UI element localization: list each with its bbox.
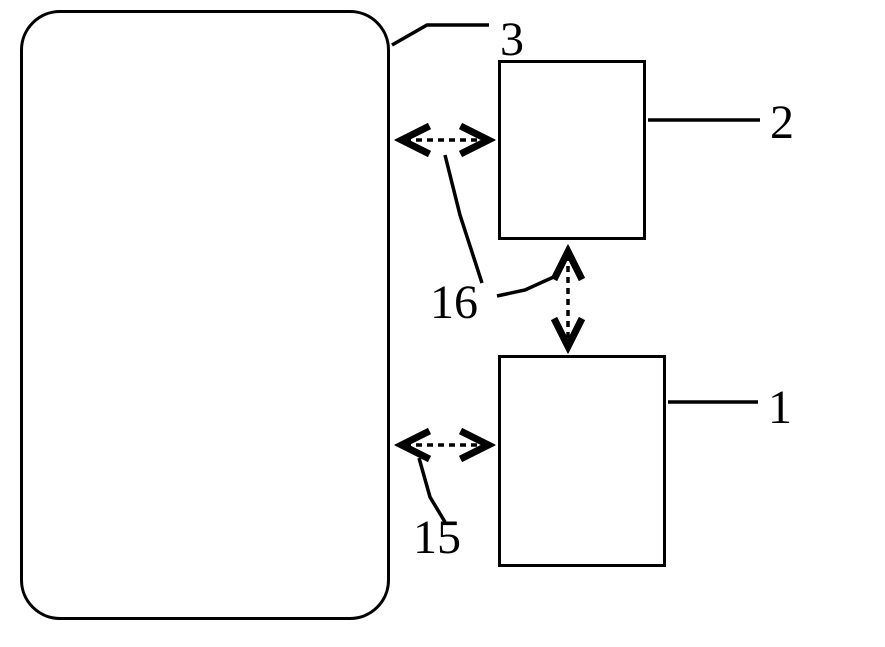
leader-16-a xyxy=(445,155,482,283)
label-16: 16 xyxy=(430,275,478,330)
block-3 xyxy=(20,10,390,620)
label-2: 2 xyxy=(770,95,794,150)
leader-3 xyxy=(392,25,489,45)
label-3: 3 xyxy=(500,12,524,67)
block-2 xyxy=(498,60,646,240)
block-1 xyxy=(498,355,666,567)
label-15: 15 xyxy=(413,510,461,565)
leader-16-b xyxy=(497,275,558,296)
label-1: 1 xyxy=(768,380,792,435)
block-diagram: 3 2 16 1 15 xyxy=(0,0,885,647)
